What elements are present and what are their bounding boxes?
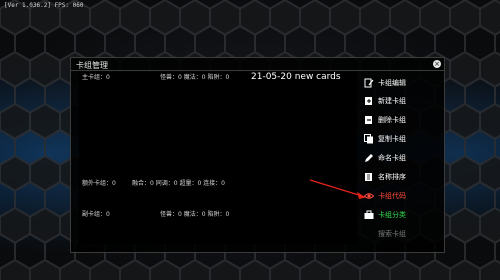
sort-icon [365,173,372,181]
menu-item-label: 命名卡组 [378,154,406,162]
edit-icon [364,78,374,88]
deck-name: 21-05-20 new cards [251,72,341,82]
new-deck-icon [365,97,372,105]
menu-item-label: 名称排序 [378,173,406,181]
menu-item-label: 复制卡组 [378,135,406,143]
menu-item-copy-deck[interactable]: 复制卡组 [364,133,406,145]
menu-item-search-deck[interactable]: 搜索卡组 [364,228,406,240]
side-deck-type-counts: 怪兽：0 魔法：0 陷阱：0 [160,211,230,218]
menu-item-deck-code[interactable]: 卡组代码 [364,190,406,202]
menu-item-deck-category[interactable]: 卡组分类 [364,209,406,221]
extra-deck-type-counts: 融合：0 同调：0 超量：0 连接：0 [132,180,225,187]
menu-item-delete-deck[interactable]: 删除卡组 [364,114,406,126]
menu-item-label: 删除卡组 [378,116,406,124]
pencil-icon [365,154,373,162]
title-divider [71,70,444,71]
menu-item-edit-deck[interactable]: 卡组编辑 [364,77,406,89]
menu-item-label: 搜索卡组 [378,230,406,238]
toolbox-icon [364,210,374,219]
menu-item-label: 卡组编辑 [378,79,406,87]
extra-deck-count: 额外卡组：0 [82,180,116,187]
eye-icon [364,193,374,199]
fps-status: [Ver 1.036.2] FPS: 060 [4,2,84,9]
menu-item-label: 卡组代码 [378,192,406,200]
menu-item-label: 新建卡组 [378,97,406,105]
main-deck-count: 主卡组：0 [82,74,110,81]
close-button[interactable]: × [433,60,441,68]
menu-item-label: 卡组分类 [378,211,406,219]
delete-icon [365,116,372,124]
main-deck-type-counts: 怪兽：0 魔法：0 陷阱：0 [160,74,230,81]
copy-icon [364,134,373,144]
menu-item-new-deck[interactable]: 新建卡组 [364,95,406,107]
menu-item-rename-deck[interactable]: 命名卡组 [364,152,406,164]
menu-item-sort-by-name[interactable]: 名称排序 [364,171,406,183]
deck-card-area[interactable] [79,72,357,244]
side-deck-count: 副卡组：0 [82,211,110,218]
